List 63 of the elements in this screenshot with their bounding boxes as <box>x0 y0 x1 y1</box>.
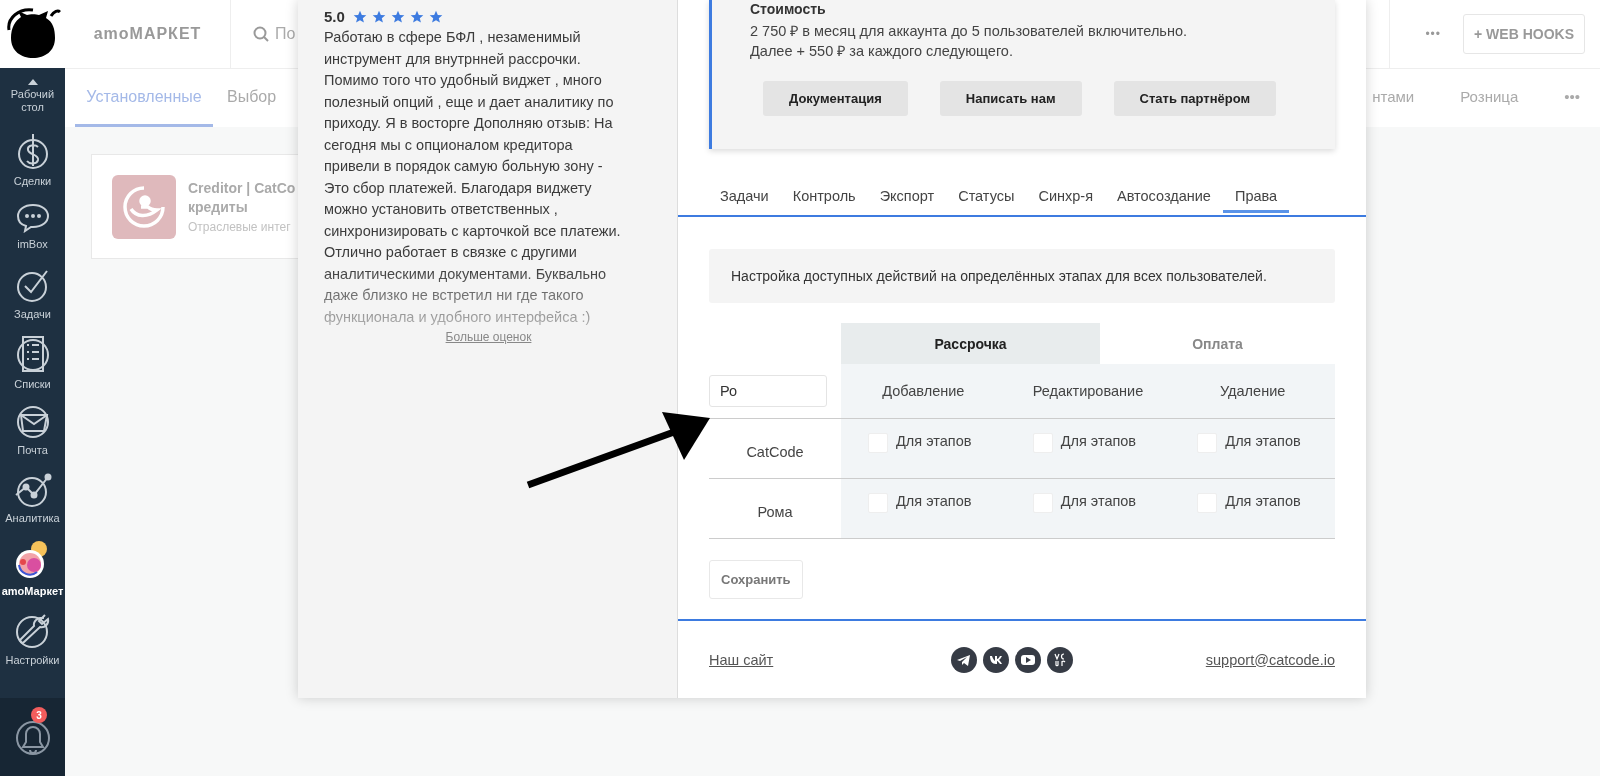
user-name: CatCode <box>745 442 805 462</box>
search-icon <box>253 26 269 42</box>
site-link[interactable]: Наш сайт <box>709 651 774 668</box>
settings-tab[interactable]: Права <box>1222 181 1290 213</box>
settings-tab[interactable]: Контроль <box>780 181 868 213</box>
support-email-link[interactable]: support@catcode.io <box>1205 651 1335 668</box>
checkbox-label: Для этапов <box>896 493 972 509</box>
sidebar-item[interactable]: Задачи <box>0 261 65 329</box>
checkbox-label: Для этапов <box>1060 493 1137 509</box>
circle-icon[interactable] <box>1047 646 1074 673</box>
settings-tab[interactable]: Задачи <box>708 181 781 213</box>
widget-logo-icon <box>112 174 176 239</box>
checkbox-label: Для этапов <box>896 433 972 449</box>
settings-tab[interactable]: Автосоздание <box>1105 181 1223 213</box>
save-button[interactable]: Сохранить <box>709 560 803 599</box>
sidebar-item[interactable]: Рабочий стол <box>0 68 65 125</box>
star-icon <box>352 9 367 24</box>
list-icon <box>16 335 49 373</box>
app-title: amoМАРКЕТ <box>65 0 231 68</box>
action-button[interactable]: Написать нам <box>939 81 1082 116</box>
sidebar-item[interactable]: Аналитика <box>0 465 65 533</box>
mail-icon <box>15 405 50 439</box>
review-text: Работаю в сфере БФЛ , незаменимый инструмент для внутрнней рассрочки. Помимо того что удобный виджет , много полезный опций , еще и дает аналитику по приходу. Я в восторге Дополняю отзыв: На сегодня мы с опционалом кредитора привели в порядок самую больную зону - Это сбор платежей. Благодаря виджету можно установить ответственных , синхронизировать с карточкой все платежи. Отлично работает в связке с другими аналитическими документами. Буквально даже близко не встретил ни где такого функционала и удобного интерфейса :) <box>324 28 622 327</box>
sidebar-item[interactable]: amoМаркет <box>0 533 65 605</box>
widget-title: Creditor | CatCo кредиты <box>188 179 296 217</box>
pricing-heading: Стоимость <box>750 0 827 17</box>
star-icon <box>371 9 386 24</box>
column-header: Добавление <box>881 383 966 399</box>
video-play-icon[interactable] <box>1015 646 1042 673</box>
sidebar-item[interactable]: imBox <box>0 193 65 261</box>
section-tab[interactable]: Оплата <box>1100 323 1335 364</box>
check-icon <box>15 269 50 303</box>
checkbox-label: Для этапов <box>1060 433 1137 449</box>
info-message: Настройка доступных действий на определённых этапах для всех пользователей. <box>709 249 1335 303</box>
pricing-text: 2 750 ₽ в месяц для аккаунта до 5 пользователей включительно. Далее + 550 ₽ за каждого следующего. <box>750 22 1188 61</box>
action-button[interactable]: Документация <box>763 81 908 116</box>
star-icon <box>390 9 405 24</box>
star-icon <box>409 9 424 24</box>
wrench-icon <box>14 611 51 649</box>
settings-tab[interactable]: Экспорт <box>867 181 947 213</box>
notification-badge: 3 <box>31 707 47 723</box>
section-tab[interactable]: Рассрочка <box>841 323 1100 364</box>
checkbox-label: Для этапов <box>1225 433 1301 449</box>
settings-tab[interactable]: Синхр-я <box>1026 181 1105 213</box>
sidebar-item[interactable]: Списки <box>0 329 65 397</box>
user-filter-field[interactable]: Ро <box>709 375 827 407</box>
action-button[interactable]: Стать партнёром <box>1113 81 1277 116</box>
telegram-icon[interactable] <box>951 646 978 673</box>
user-name: Рома <box>756 502 794 522</box>
settings-tab[interactable]: Статусы <box>946 181 1027 213</box>
widget-category: Отраслевые интег <box>188 220 292 234</box>
sidebar-item[interactable]: Сделки <box>0 125 65 193</box>
vk-icon[interactable] <box>983 646 1010 673</box>
sidebar-item[interactable]: Почта <box>0 397 65 465</box>
caret-icon <box>27 79 38 85</box>
column-header: Удаление <box>1219 383 1287 399</box>
cat-logo-icon[interactable] <box>4 8 61 60</box>
sidebar-item[interactable]: Настройки <box>0 605 65 673</box>
chat-icon <box>15 203 50 233</box>
star-icon <box>428 9 443 24</box>
column-header: Редактирование <box>1031 383 1145 399</box>
rating-value: 5.0 <box>324 8 345 25</box>
checkbox-label: Для этапов <box>1225 493 1301 509</box>
